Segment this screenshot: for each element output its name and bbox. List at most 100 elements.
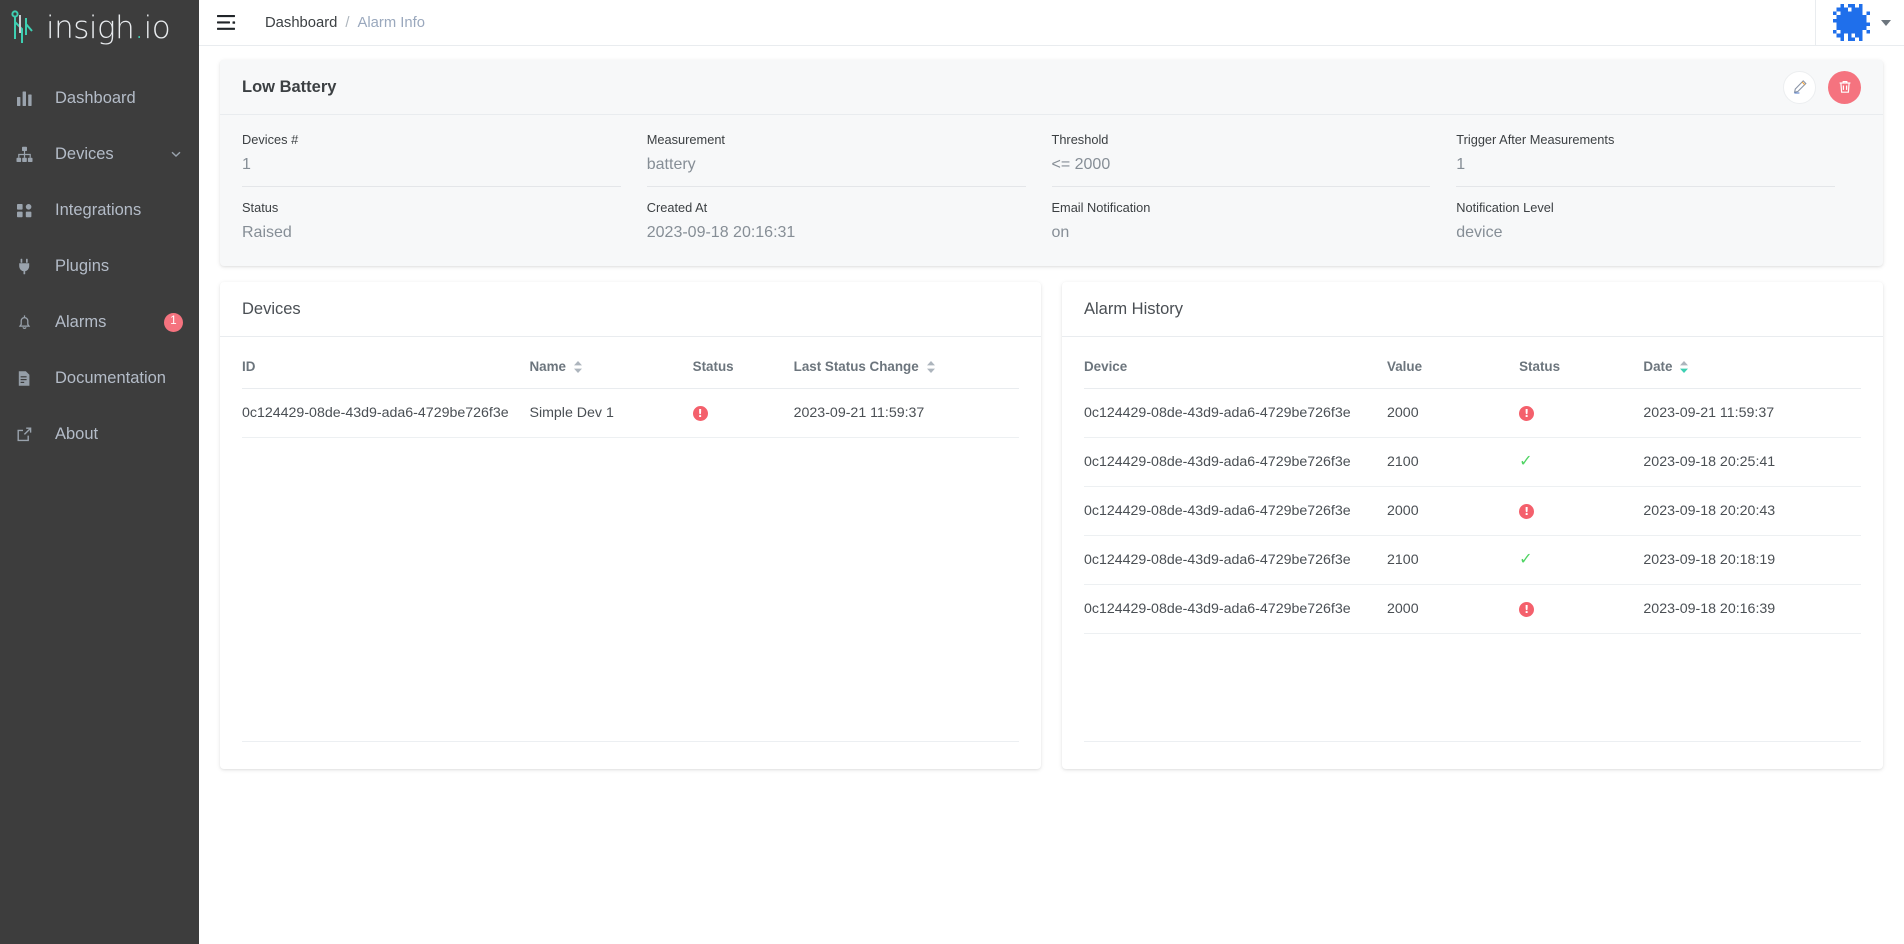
info-label: Devices # xyxy=(242,132,299,147)
chevron-down-icon[interactable] xyxy=(169,147,183,161)
trash-icon xyxy=(1839,81,1850,93)
breadcrumb: Dashboard / Alarm Info xyxy=(265,15,425,31)
info-label: Trigger After Measurements xyxy=(1456,132,1615,147)
chevron-down-icon[interactable] xyxy=(1881,19,1891,26)
brand-logo[interactable]: insigh.io xyxy=(0,0,199,56)
status-alert-icon: ! xyxy=(1519,504,1535,519)
cell-date: 2023-09-21 11:59:37 xyxy=(1643,388,1861,438)
grid-icon xyxy=(16,202,44,219)
table-row[interactable]: 0c124429-08de-43d9-ada6-4729be726f3e 200… xyxy=(1084,388,1861,438)
status-ok-icon: ✓ xyxy=(1519,551,1533,568)
history-table-wrap: Device Value Status Date 0c124429-08de-4… xyxy=(1062,337,1883,769)
col-header-label: Last Status Change xyxy=(793,359,919,374)
sort-icon-desc-active xyxy=(1679,360,1689,374)
devices-table-body: 0c124429-08de-43d9-ada6-4729be726f3e Sim… xyxy=(242,388,1019,438)
cell-value: 2000 xyxy=(1387,486,1520,536)
info-label: Created At xyxy=(646,200,708,215)
cell-status: ✓ xyxy=(1519,437,1644,487)
sidebar-item-documentation[interactable]: Documentation xyxy=(0,350,199,406)
alarm-card-header: Low Battery xyxy=(220,60,1883,115)
status-alert-icon: ! xyxy=(1519,602,1535,617)
topbar: Dashboard / Alarm Info xyxy=(199,0,1904,46)
col-header-last-status-change[interactable]: Last Status Change xyxy=(793,337,1019,389)
col-header-label: Value xyxy=(1387,359,1423,374)
info-cell-email-notification: Email Notification on xyxy=(1052,187,1431,250)
sitemap-icon xyxy=(16,146,44,163)
info-label: Email Notification xyxy=(1051,200,1151,215)
col-header-date[interactable]: Date xyxy=(1643,337,1861,389)
sidebar-item-plugins[interactable]: Plugins xyxy=(0,238,199,294)
alarm-actions xyxy=(1783,70,1861,104)
info-label: Notification Level xyxy=(1456,200,1554,215)
alarm-summary-card: Low Battery Devices # 1 Measurement batt… xyxy=(220,60,1883,266)
cell-value: 2000 xyxy=(1387,388,1520,438)
table-row[interactable]: 0c124429-08de-43d9-ada6-4729be726f3e Sim… xyxy=(242,388,1019,438)
cell-value: 2100 xyxy=(1387,535,1520,585)
sidebar-item-about[interactable]: About xyxy=(0,406,199,462)
col-header-value[interactable]: Value xyxy=(1387,337,1520,389)
table-header-row: Device Value Status Date xyxy=(1084,337,1861,389)
table-row[interactable]: 0c124429-08de-43d9-ada6-4729be726f3e 200… xyxy=(1084,486,1861,536)
col-header-status[interactable]: Status xyxy=(1519,337,1644,389)
cell-device-name: Simple Dev 1 xyxy=(529,388,693,438)
cell-device: 0c124429-08de-43d9-ada6-4729be726f3e xyxy=(1084,535,1388,585)
col-header-label: Date xyxy=(1643,359,1673,374)
info-value: Raised xyxy=(242,224,292,241)
info-value: battery xyxy=(646,156,696,173)
breadcrumb-root[interactable]: Dashboard xyxy=(265,15,337,31)
bell-icon xyxy=(16,314,44,331)
alarm-history-card-header: Alarm History xyxy=(1062,282,1883,337)
info-cell-measurement: Measurement battery xyxy=(646,119,1026,187)
hamburger-icon[interactable] xyxy=(217,12,239,34)
info-value: on xyxy=(1051,224,1070,241)
info-cell-trigger-after: Trigger After Measurements 1 xyxy=(1456,119,1835,187)
sidebar-item-alarms[interactable]: Alarms 1 xyxy=(0,294,199,350)
col-header-id[interactable]: ID xyxy=(242,337,530,389)
sidebar-nav: Dashboard Devices Integrations Plugins A… xyxy=(0,70,199,462)
sidebar-item-dashboard[interactable]: Dashboard xyxy=(0,70,199,126)
devices-table-footer xyxy=(242,741,1019,769)
col-header-status[interactable]: Status xyxy=(692,337,794,389)
sidebar-item-label: Integrations xyxy=(55,200,142,219)
info-cell-status: Status Raised xyxy=(242,187,621,250)
status-alert-icon: ! xyxy=(1519,406,1535,421)
cell-status: ✓ xyxy=(1519,535,1644,585)
col-header-label: Status xyxy=(1519,359,1561,374)
cell-device: 0c124429-08de-43d9-ada6-4729be726f3e xyxy=(1084,584,1388,634)
sidebar: insigh.io Dashboard Devices Integrations… xyxy=(0,0,199,944)
tables-row: Devices ID Name Status Last Status Chang… xyxy=(220,282,1883,769)
col-header-name[interactable]: Name xyxy=(529,337,693,389)
user-menu[interactable] xyxy=(1815,0,1904,46)
table-header-row: ID Name Status Last Status Change xyxy=(242,337,1019,389)
info-value: 1 xyxy=(1456,156,1466,173)
col-header-device[interactable]: Device xyxy=(1084,337,1388,389)
devices-table: ID Name Status Last Status Change 0c1244… xyxy=(242,337,1019,438)
table-row[interactable]: 0c124429-08de-43d9-ada6-4729be726f3e 200… xyxy=(1084,584,1861,634)
cell-date: 2023-09-18 20:20:43 xyxy=(1643,486,1861,536)
cell-device: 0c124429-08de-43d9-ada6-4729be726f3e xyxy=(1084,486,1388,536)
info-cell-notification-level: Notification Level device xyxy=(1456,187,1835,250)
info-label: Threshold xyxy=(1051,132,1109,147)
table-row[interactable]: 0c124429-08de-43d9-ada6-4729be726f3e 210… xyxy=(1084,437,1861,487)
history-table-footer xyxy=(1084,741,1861,769)
col-header-label: Name xyxy=(529,359,566,374)
breadcrumb-current[interactable]: Alarm Info xyxy=(358,15,425,31)
sidebar-item-label: Dashboard xyxy=(55,88,136,107)
delete-alarm-button[interactable] xyxy=(1828,70,1861,104)
history-table-body: 0c124429-08de-43d9-ada6-4729be726f3e 200… xyxy=(1084,388,1861,634)
sidebar-item-devices[interactable]: Devices xyxy=(0,126,199,182)
sidebar-item-label: Plugins xyxy=(55,256,110,275)
info-value: 1 xyxy=(242,156,251,173)
alarms-count-badge: 1 xyxy=(164,312,183,332)
sort-icon xyxy=(573,360,583,374)
table-row[interactable]: 0c124429-08de-43d9-ada6-4729be726f3e 210… xyxy=(1084,535,1861,585)
alarm-history-table: Device Value Status Date 0c124429-08de-4… xyxy=(1084,337,1861,634)
avatar[interactable] xyxy=(1833,4,1870,41)
identicon-icon xyxy=(1833,4,1870,41)
info-value: 2023-09-18 20:16:31 xyxy=(646,224,796,241)
cell-last-status-change: 2023-09-21 11:59:37 xyxy=(793,388,1019,438)
sidebar-item-label: About xyxy=(55,424,99,443)
cell-status: ! xyxy=(1519,486,1644,536)
sidebar-item-integrations[interactable]: Integrations xyxy=(0,182,199,238)
edit-alarm-button[interactable] xyxy=(1783,70,1816,104)
